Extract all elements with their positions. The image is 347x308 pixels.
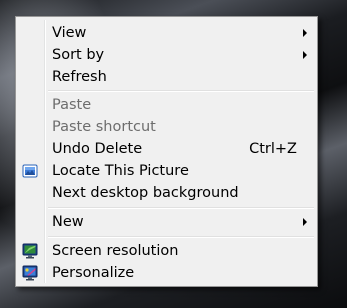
menu-item-paste-shortcut[interactable]: Paste shortcut (18, 116, 315, 138)
menu-item-personalize[interactable]: Personalize (18, 262, 315, 284)
menu-item-locate-this-picture[interactable]: Locate This Picture (18, 160, 315, 182)
menu-item-label: Paste (52, 97, 92, 113)
submenu-arrow-icon (303, 51, 307, 59)
menu-item-label: New (52, 214, 84, 230)
menu-item-refresh[interactable]: Refresh (18, 66, 315, 88)
menu-item-label: Locate This Picture (52, 163, 189, 179)
menu-separator (48, 236, 314, 238)
menu-item-shortcut: Ctrl+Z (249, 141, 297, 157)
monitor-icon (22, 243, 38, 259)
menu-item-label: View (52, 25, 87, 41)
menu-separator (48, 207, 314, 209)
menu-item-label: Sort by (52, 47, 105, 63)
menu-item-label: Next desktop background (52, 185, 239, 201)
menu-item-label: Paste shortcut (52, 119, 156, 135)
personalize-icon (22, 265, 38, 281)
menu-item-label: Personalize (52, 265, 135, 281)
menu-item-label: Undo Delete (52, 141, 143, 157)
menu-item-new[interactable]: New (18, 211, 315, 233)
picture-icon (22, 164, 38, 178)
desktop-context-menu: View Sort by Refresh Paste Paste shortcu… (15, 16, 318, 287)
submenu-arrow-icon (303, 29, 307, 37)
menu-item-paste[interactable]: Paste (18, 94, 315, 116)
menu-item-screen-resolution[interactable]: Screen resolution (18, 240, 315, 262)
menu-item-sort-by[interactable]: Sort by (18, 44, 315, 66)
menu-separator (48, 90, 314, 92)
menu-item-view[interactable]: View (18, 22, 315, 44)
menu-item-label: Refresh (52, 69, 107, 85)
menu-item-undo-delete[interactable]: Undo Delete Ctrl+Z (18, 138, 315, 160)
menu-item-label: Screen resolution (52, 243, 179, 259)
submenu-arrow-icon (303, 218, 307, 226)
menu-item-next-desktop-background[interactable]: Next desktop background (18, 182, 315, 204)
